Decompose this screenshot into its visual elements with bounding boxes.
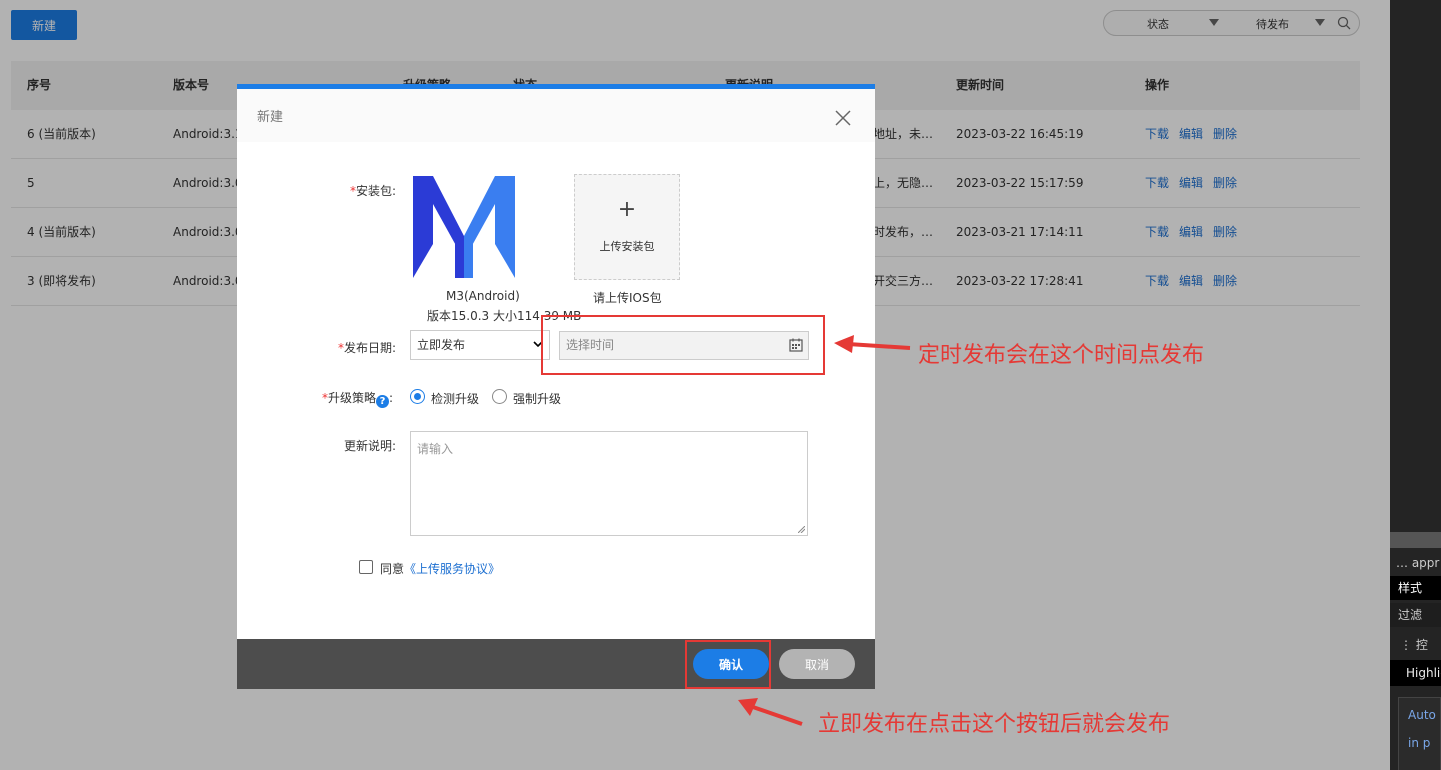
detect-upgrade-label[interactable]: 检测升级	[431, 390, 479, 407]
agree-checkbox[interactable]	[359, 560, 373, 574]
ios-hint: 请上传IOS包	[593, 291, 662, 305]
app-logo-icon	[411, 174, 517, 280]
force-upgrade-label[interactable]: 强制升级	[513, 390, 561, 407]
dialog-title: 新建	[257, 110, 284, 125]
package-name: M3(Android)	[446, 289, 520, 303]
strategy-label: *升级策略?:	[322, 391, 394, 408]
publish-mode-select[interactable]: 立即发布	[410, 330, 550, 360]
devtools-panel: … appr 样式 过滤 ⋮ 控 Highlig Auto in p	[1390, 0, 1441, 770]
devtools-issue-line1[interactable]: Auto	[1408, 708, 1436, 722]
dialog-header: 新建	[237, 89, 875, 142]
devtools-tab-styles[interactable]: 样式	[1390, 576, 1441, 600]
button-annotation: 立即发布在点击这个按钮后就会发布	[818, 712, 1171, 737]
arrow-left-icon	[834, 335, 911, 353]
notes-textarea[interactable]: 请输入	[410, 431, 808, 536]
radio-force-upgrade[interactable]	[492, 389, 507, 404]
devtools-splitter[interactable]	[1390, 532, 1441, 548]
time-annotation: 定时发布会在这个时间点发布	[918, 343, 1205, 368]
devtools-highlight[interactable]: Highlig	[1390, 660, 1441, 686]
new-version-dialog: 新建 *安装包: + 上传安装包 M3(Android) 版本15.0.3 大小…	[237, 84, 875, 689]
close-icon[interactable]	[833, 108, 853, 128]
upload-label: 上传安装包	[599, 240, 655, 253]
publish-mode-value: 立即发布	[417, 338, 466, 352]
publish-date-label: *发布日期:	[338, 341, 397, 355]
time-highlight-box	[541, 315, 825, 375]
notes-label: 更新说明:	[344, 439, 397, 453]
help-icon[interactable]: ?	[376, 395, 390, 408]
devtools-console-tab[interactable]: ⋮ 控	[1390, 633, 1441, 657]
service-agreement-link[interactable]: 《上传服务协议》	[404, 562, 500, 576]
dialog-footer: 确认 取消	[237, 639, 875, 689]
notes-placeholder: 请输入	[417, 442, 454, 456]
agree-text: 同意《上传服务协议》	[380, 562, 501, 576]
devtools-breadcrumb[interactable]: … appr	[1390, 556, 1441, 576]
plus-icon: +	[617, 197, 637, 222]
cancel-button[interactable]: 取消	[779, 649, 855, 679]
package-label: *安装包:	[350, 184, 397, 198]
arrow-up-left-icon	[738, 698, 803, 726]
devtools-issue-line2[interactable]: in p	[1408, 736, 1430, 750]
upload-ios-package[interactable]: + 上传安装包	[574, 174, 680, 280]
radio-detect-upgrade[interactable]	[410, 389, 425, 404]
devtools-filter[interactable]: 过滤	[1390, 603, 1441, 627]
devtools-issue-box: Auto in p	[1398, 697, 1441, 770]
resize-grip-icon[interactable]	[798, 526, 805, 533]
confirm-highlight-box	[685, 640, 771, 689]
